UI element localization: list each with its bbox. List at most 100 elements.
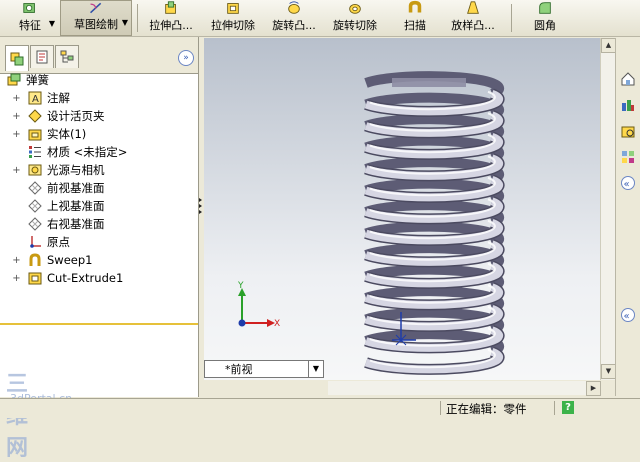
- chevron-down-icon[interactable]: ▼: [308, 361, 323, 377]
- panel-splitter[interactable]: [199, 195, 203, 217]
- scroll-down-button[interactable]: ▼: [601, 364, 616, 379]
- features-icon: [23, 3, 35, 13]
- tree-item-sweep1[interactable]: + Sweep1: [12, 251, 92, 269]
- extruded-cut-button[interactable]: 拉伸切除: [204, 0, 262, 36]
- expand-icon[interactable]: +: [12, 255, 21, 266]
- tree-item-top-plane[interactable]: 上视基准面: [12, 197, 105, 215]
- scroll-up-button[interactable]: ▲: [601, 38, 616, 53]
- tree-item-design-binder[interactable]: + 设计活页夹: [12, 107, 104, 125]
- expand-icon[interactable]: +: [12, 111, 21, 122]
- status-bar: 正在编辑：零件 ?: [0, 398, 640, 418]
- feature-manager-tab[interactable]: [5, 45, 29, 71]
- coordinate-triad: [238, 288, 275, 327]
- tree-item-origin[interactable]: 原点: [12, 233, 70, 251]
- tree-root-label: 弹簧: [26, 73, 49, 87]
- tree-item-label: Cut-Extrude1: [47, 271, 124, 285]
- spring-model[interactable]: Y X: [204, 38, 600, 380]
- expand-icon[interactable]: +: [12, 165, 21, 176]
- extruded-cut-label: 拉伸切除: [211, 19, 255, 32]
- svg-text:«: «: [624, 311, 630, 322]
- fillet-icon: [539, 2, 551, 14]
- file-explorer-icon[interactable]: [619, 122, 637, 140]
- expand-panel-button[interactable]: »: [178, 50, 194, 66]
- panel-divider: [0, 323, 198, 325]
- design-binder-icon: [27, 108, 43, 124]
- tree-item-solid-bodies[interactable]: + 实体(1): [12, 125, 86, 143]
- help-icon[interactable]: ?: [562, 401, 574, 414]
- cut-extrude-icon: [27, 270, 43, 286]
- tree-item-right-plane[interactable]: 右视基准面: [12, 215, 105, 233]
- loft-boss-label: 放样凸...: [451, 19, 495, 32]
- expand-icon[interactable]: +: [12, 93, 21, 104]
- revolved-boss-label: 旋转凸...: [272, 19, 316, 32]
- tree-item-front-plane[interactable]: 前视基准面: [12, 179, 105, 197]
- configuration-manager-tab[interactable]: [55, 45, 79, 68]
- revolved-boss-icon: [288, 1, 300, 14]
- revolved-cut-label: 旋转切除: [333, 19, 377, 32]
- sketch-tab-label: 草图绘制: [74, 18, 118, 31]
- plane-icon: [27, 198, 43, 214]
- tree-item-label: 实体(1): [47, 127, 87, 141]
- home-icon[interactable]: [619, 70, 637, 88]
- extruded-boss-label: 拉伸凸...: [149, 19, 193, 32]
- expand-pane-icon[interactable]: «: [619, 306, 637, 324]
- tree-root[interactable]: 弹簧: [6, 71, 49, 89]
- view-palette-icon[interactable]: [619, 148, 637, 166]
- tree-item-annotations[interactable]: + A 注解: [12, 89, 70, 107]
- part-icon: [6, 72, 22, 88]
- design-library-icon[interactable]: [619, 96, 637, 114]
- cut-face: [392, 78, 466, 87]
- features-tab-label: 特征: [19, 19, 41, 32]
- fillet-label: 圆角: [534, 19, 556, 32]
- tree-item-label: 注解: [47, 91, 70, 105]
- tree-item-label: 光源与相机: [47, 163, 105, 177]
- tree-item-label: 前视基准面: [47, 181, 105, 195]
- revolved-boss-button[interactable]: 旋转凸...: [264, 0, 324, 36]
- graphics-viewport[interactable]: Y X: [204, 38, 600, 380]
- property-manager-tab[interactable]: [30, 45, 54, 68]
- feature-tree-icon: [10, 52, 24, 65]
- expand-icon[interactable]: +: [12, 129, 21, 140]
- loft-boss-button[interactable]: 放样凸...: [444, 0, 502, 36]
- sweep-icon: [27, 252, 43, 268]
- toolbar-separator: [137, 4, 138, 32]
- toolbar-separator: [511, 4, 512, 32]
- command-manager-toolbar: 特征 ▼ 草图绘制 ▼ 拉伸凸... 拉伸切除 旋转凸... 旋转切除 扫描 放…: [0, 0, 640, 37]
- configuration-icon: [60, 50, 74, 63]
- fillet-button[interactable]: 圆角: [520, 0, 570, 36]
- plane-icon: [27, 216, 43, 232]
- vertical-scrollbar[interactable]: ▲ ▼: [600, 38, 616, 380]
- y-axis-label: Y: [237, 281, 244, 291]
- status-separator: [440, 401, 441, 415]
- extruded-boss-button[interactable]: 拉伸凸...: [140, 0, 202, 36]
- tree-item-label: Sweep1: [47, 253, 93, 267]
- panel-tab-bar: »: [0, 37, 198, 74]
- revolved-cut-button[interactable]: 旋转切除: [326, 0, 384, 36]
- tree-item-label: 上视基准面: [47, 199, 105, 213]
- svg-text:«: «: [624, 179, 630, 190]
- tree-item-material[interactable]: 材质 <未指定>: [12, 143, 127, 161]
- features-tab-button[interactable]: 特征 ▼: [2, 0, 58, 36]
- loft-boss-icon: [467, 1, 479, 14]
- feature-manager-panel: » 弹簧 + A 注解 + 设计活页夹 + 实体(1) 材质 <未指定> + 光…: [0, 37, 199, 397]
- extruded-cut-icon: [227, 3, 239, 14]
- chevron-down-icon: ▼: [121, 18, 128, 27]
- collapse-pane-icon[interactable]: «: [619, 174, 637, 192]
- sketch-tab-button[interactable]: 草图绘制 ▼: [60, 0, 132, 36]
- sweep-button[interactable]: 扫描: [392, 0, 438, 36]
- splitter-grip-icon: [199, 198, 202, 214]
- scroll-right-button[interactable]: ▶: [586, 381, 601, 396]
- status-separator: [554, 401, 555, 415]
- sweep-label: 扫描: [404, 19, 426, 32]
- view-name: *前视: [225, 363, 253, 376]
- tree-item-lights-cameras[interactable]: + 光源与相机: [12, 161, 105, 179]
- view-selector[interactable]: *前视 ▼: [204, 360, 324, 378]
- tree-item-label: 右视基准面: [47, 217, 105, 231]
- svg-text:A: A: [32, 94, 39, 105]
- tree-item-label: 原点: [47, 235, 70, 249]
- revolved-cut-icon: [349, 4, 361, 14]
- tree-item-cut-extrude1[interactable]: + Cut-Extrude1: [12, 269, 123, 287]
- horizontal-scrollbar[interactable]: ▶: [328, 381, 601, 396]
- extruded-boss-icon: [165, 1, 176, 14]
- expand-icon[interactable]: +: [12, 273, 21, 284]
